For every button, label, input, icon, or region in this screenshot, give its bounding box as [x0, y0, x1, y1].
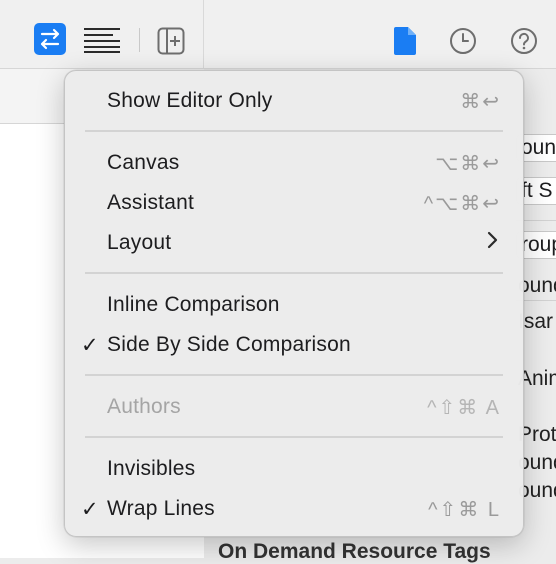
menu-item-label: Canvas — [107, 151, 180, 174]
menu-item-label: Authors — [107, 395, 181, 418]
history-clock-icon[interactable] — [449, 24, 477, 58]
menu-item-shortcut: ^⇧⌘ A — [427, 396, 501, 419]
menu-item-assistant[interactable]: Assistant ^⌥⌘↩ — [65, 183, 523, 223]
menu-item-label: Wrap Lines — [107, 497, 215, 520]
swap-arrows-icon[interactable] — [33, 22, 67, 56]
menu-item-label: Side By Side Comparison — [107, 333, 351, 356]
menu-item-authors: Authors ^⇧⌘ A — [65, 387, 523, 427]
menu-separator — [85, 272, 503, 274]
menu-item-shortcut: ^⇧⌘ L — [428, 498, 501, 521]
menu-item-invisibles[interactable]: Invisibles — [65, 449, 523, 489]
editor-toolbar — [0, 0, 556, 69]
menu-separator — [85, 374, 503, 376]
editor-options-menu: Show Editor Only ⌘↩ Canvas ⌥⌘↩ Assistant… — [64, 70, 524, 537]
menu-item-shortcut: ⌘↩ — [460, 90, 501, 113]
menu-item-label: Assistant — [107, 191, 194, 214]
menu-item-side-by-side-comparison[interactable]: ✓ Side By Side Comparison — [65, 325, 523, 365]
menu-item-shortcut: ⌥⌘↩ — [435, 152, 501, 175]
menu-item-inline-comparison[interactable]: Inline Comparison — [65, 285, 523, 325]
menu-item-label: Show Editor Only — [107, 89, 273, 112]
menu-item-label: Layout — [107, 231, 172, 254]
add-editor-icon[interactable] — [157, 24, 185, 58]
menu-item-layout[interactable]: Layout — [65, 223, 523, 263]
toolbar-divider — [139, 28, 140, 52]
checkmark-icon: ✓ — [81, 497, 99, 521]
menu-item-canvas[interactable]: Canvas ⌥⌘↩ — [65, 143, 523, 183]
pane-divider — [203, 0, 204, 68]
text-lines-icon[interactable] — [83, 22, 121, 56]
checkmark-icon: ✓ — [81, 333, 99, 357]
section-title: On Demand Resource Tags — [218, 540, 491, 563]
menu-separator — [85, 436, 503, 438]
menu-separator — [85, 130, 503, 132]
menu-item-wrap-lines[interactable]: ✓ Wrap Lines ^⇧⌘ L — [65, 489, 523, 529]
menu-item-label: Inline Comparison — [107, 293, 280, 316]
help-icon[interactable] — [510, 24, 538, 58]
menu-item-show-editor-only[interactable]: Show Editor Only ⌘↩ — [65, 81, 523, 121]
menu-item-shortcut: ^⌥⌘↩ — [423, 192, 501, 215]
chevron-right-icon — [487, 231, 499, 255]
menu-item-label: Invisibles — [107, 457, 196, 480]
file-icon[interactable] — [394, 24, 416, 58]
